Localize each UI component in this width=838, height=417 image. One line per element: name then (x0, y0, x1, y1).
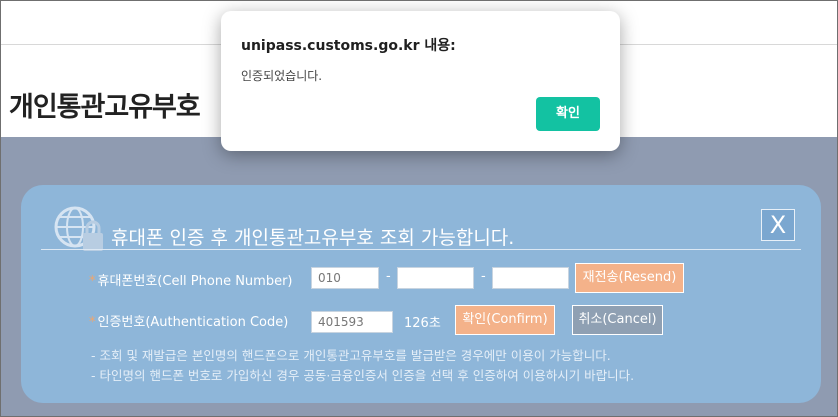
phone-label: * 휴대폰번호(Cell Phone Number) (89, 270, 293, 289)
resend-button[interactable]: 재전송(Resend) (575, 263, 684, 293)
confirm-button[interactable]: 확인(Confirm) (455, 305, 555, 335)
browser-viewport: 개인통관고유부호 휴대폰 인증 후 개인통관고유부호 조회 가능합니다. X *… (0, 0, 838, 417)
dialog-ok-button[interactable]: 확인 (536, 97, 600, 131)
note-line-1: - 조회 및 재발급은 본인명의 핸드폰으로 개인통관고유부호를 발급받은 경우… (91, 348, 611, 363)
auth-label: * 인증번호(Authentication Code) (89, 311, 288, 330)
phone-auth-panel: 휴대폰 인증 후 개인통관고유부호 조회 가능합니다. X * 휴대폰번호(Cel… (21, 185, 821, 403)
page-title: 개인통관고유부호 (9, 92, 201, 123)
required-mark: * (89, 274, 96, 289)
phone-separator-2: - (481, 269, 486, 284)
auth-code-input[interactable]: 401593 (311, 311, 393, 333)
phone-label-text: 휴대폰번호(Cell Phone Number) (97, 274, 293, 289)
panel-heading: 휴대폰 인증 후 개인통관고유부호 조회 가능합니다. (111, 227, 515, 249)
phone-separator-1: - (386, 269, 391, 284)
alert-dialog: unipass.customs.go.kr 내용: 인증되었습니다. 확인 (221, 11, 620, 151)
close-icon[interactable]: X (761, 209, 795, 241)
auth-timer: 126초 (404, 316, 441, 331)
heading-divider (41, 249, 801, 250)
cancel-button[interactable]: 취소(Cancel) (572, 305, 663, 335)
phone-part1-input[interactable]: 010 (311, 267, 379, 289)
dialog-message: 인증되었습니다. (241, 69, 323, 83)
dialog-title: unipass.customs.go.kr 내용: (241, 38, 456, 54)
globe-lock-icon (54, 206, 103, 251)
required-mark: * (89, 315, 96, 330)
phone-part2-input[interactable] (397, 267, 474, 289)
auth-label-text: 인증번호(Authentication Code) (97, 315, 289, 330)
phone-part3-input[interactable] (492, 267, 569, 289)
note-line-2: - 타인명의 핸드폰 번호로 가입하신 경우 공동·금융인증서 인증을 선택 후… (91, 368, 635, 383)
